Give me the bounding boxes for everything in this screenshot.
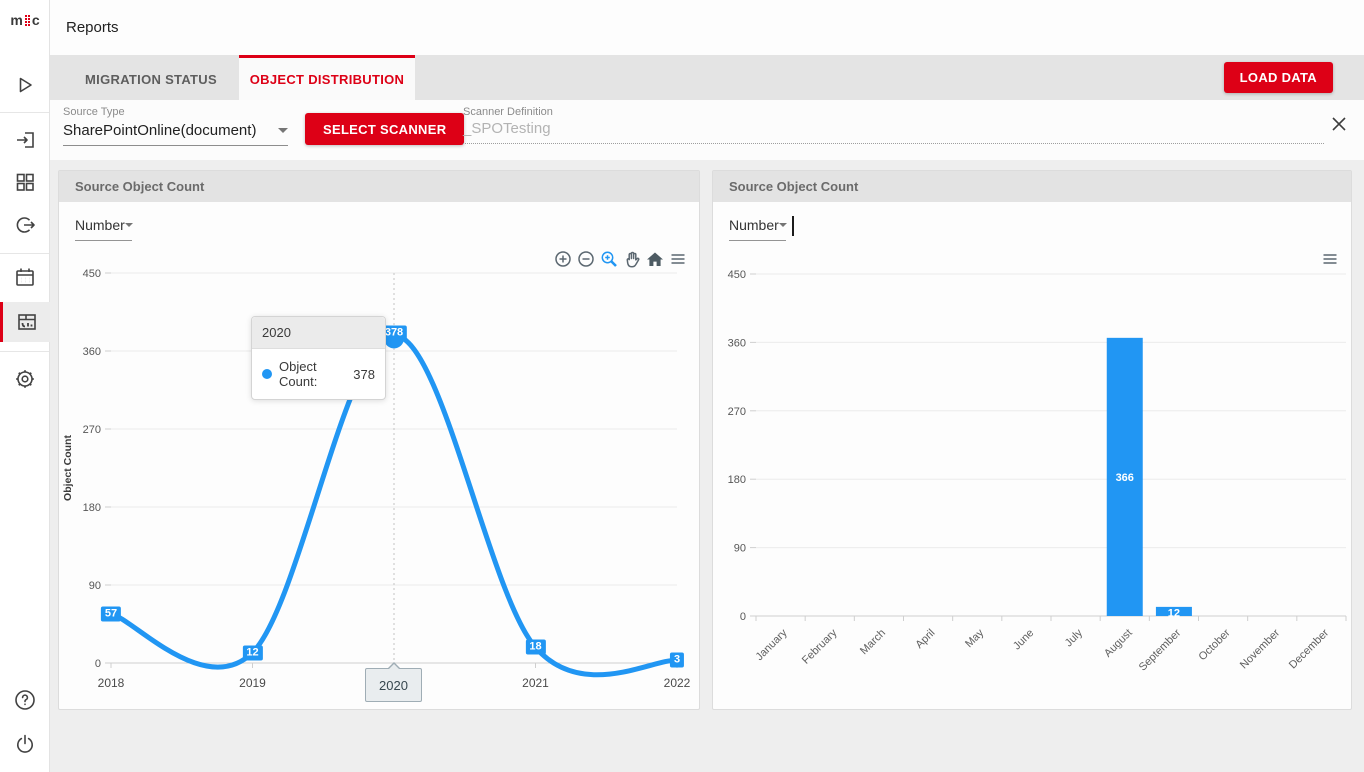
y-tick-label: 360	[83, 346, 101, 358]
chevron-down-icon	[278, 128, 288, 133]
y-tick-label: 180	[83, 502, 101, 514]
sidebar: m c	[0, 0, 50, 772]
data-point-label: 18	[525, 640, 545, 655]
bar-value-label: 366	[1116, 472, 1134, 484]
x-tick-label: 2021	[522, 676, 549, 690]
bar-chart-svg: 0 90 180 270 360 450 366 12	[713, 171, 1353, 711]
sidebar-item-settings[interactable]	[0, 359, 50, 399]
help-icon	[13, 688, 37, 712]
y-tick-label: 450	[83, 268, 101, 280]
sidebar-divider	[0, 253, 49, 254]
menu-icon[interactable]	[1321, 250, 1339, 268]
load-data-button[interactable]: LOAD DATA	[1224, 62, 1333, 93]
page-title: Reports	[66, 0, 119, 55]
tab-bar: MIGRATION STATUS OBJECT DISTRIBUTION LOA…	[50, 55, 1364, 100]
y-tick-label: 270	[728, 406, 746, 418]
panel-title: Source Object Count	[713, 171, 1351, 202]
chart-tooltip: 2020 Object Count: 378	[251, 316, 386, 400]
sidebar-item-help[interactable]	[0, 680, 50, 720]
scanner-definition-label: Scanner Definition	[463, 106, 553, 118]
play-icon	[13, 73, 37, 97]
sidebar-item-scheduler[interactable]	[0, 257, 50, 297]
line-chart-panel: Source Object Count Number 0 90 180 270 360 4…	[58, 170, 700, 710]
left-chart-modebar	[554, 250, 687, 268]
data-point-label: 12	[242, 645, 262, 660]
y-tick-label: 90	[734, 543, 746, 555]
tooltip-series-label: Object Count:	[279, 359, 348, 389]
scanner-definition-value: _SPOTesting	[463, 120, 551, 137]
scanner-definition-field[interactable]: _SPOTesting	[463, 120, 1324, 144]
y-tick-label: 0	[95, 658, 101, 670]
gear-icon	[13, 367, 37, 391]
filter-row: Source Type SharePointOnline(document) S…	[50, 100, 1364, 160]
sidebar-item-reports[interactable]	[0, 302, 50, 342]
sidebar-item-run[interactable]	[0, 65, 50, 105]
x-axis-hover-label: 2020	[365, 668, 422, 702]
tooltip-value: 378	[353, 367, 375, 382]
pan-icon[interactable]	[623, 250, 641, 268]
zoom-in-icon[interactable]	[554, 250, 572, 268]
source-type-value: SharePointOnline(document)	[63, 122, 256, 139]
chevron-down-icon	[779, 223, 787, 227]
tooltip-body: Object Count: 378	[252, 349, 385, 399]
y-tick-label: 360	[728, 337, 746, 349]
y-tick-label: 270	[83, 424, 101, 436]
power-icon	[13, 732, 37, 756]
content-area: Source Object Count Number 0901802703604…	[50, 160, 1364, 772]
logout-icon	[13, 213, 37, 237]
data-point-label: 57	[101, 606, 121, 621]
source-type-label: Source Type	[63, 106, 125, 118]
right-chart-modebar	[1321, 250, 1339, 268]
box-zoom-icon[interactable]	[600, 250, 618, 268]
sidebar-item-logout-power[interactable]	[0, 724, 50, 764]
sidebar-item-dashboard[interactable]	[0, 162, 50, 202]
zoom-out-icon[interactable]	[577, 250, 595, 268]
left-number-select[interactable]: Number	[75, 217, 132, 241]
home-icon[interactable]	[646, 250, 664, 268]
top-bar: Reports	[50, 0, 1364, 55]
reports-page: { "header": { "title": "Reports" }, "log…	[0, 0, 1364, 772]
number-select-value: Number	[729, 217, 779, 233]
x-tick-label: 2019	[239, 676, 266, 690]
grid-icon	[13, 170, 37, 194]
source-type-select[interactable]: SharePointOnline(document)	[63, 122, 288, 146]
bar-chart-panel: Source Object Count Number 0 90 180 270 360 4…	[712, 170, 1352, 710]
tab-migration-status[interactable]: MIGRATION STATUS	[63, 55, 239, 100]
close-icon[interactable]	[1328, 113, 1350, 135]
panel-title: Source Object Count	[59, 171, 699, 202]
app-logo: m c	[0, 12, 50, 28]
calendar-icon	[13, 265, 37, 289]
sidebar-item-export[interactable]	[0, 205, 50, 245]
menu-icon[interactable]	[669, 250, 687, 268]
bar-chart-canvas[interactable]: 09018027036045036612JanuaryFebruaryMarch…	[713, 171, 1351, 709]
y-tick-label: 90	[89, 580, 101, 592]
login-icon	[13, 128, 37, 152]
select-scanner-button[interactable]: SELECT SCANNER	[305, 113, 464, 145]
sidebar-divider	[0, 351, 49, 352]
sidebar-divider	[0, 112, 49, 113]
text-cursor	[792, 216, 794, 236]
series-color-dot	[262, 369, 272, 379]
bar-value-label: 12	[1168, 607, 1180, 619]
logo-dots	[25, 15, 30, 26]
data-point-label: 3	[670, 653, 684, 668]
y-tick-label: 0	[740, 611, 746, 623]
tab-object-distribution[interactable]: OBJECT DISTRIBUTION	[239, 55, 415, 100]
y-axis-title: Object Count	[62, 435, 74, 501]
logo-letter-m: m	[10, 12, 22, 28]
x-tick-label: 2022	[664, 676, 691, 690]
sidebar-item-import[interactable]	[0, 120, 50, 160]
tooltip-header: 2020	[252, 317, 385, 349]
x-tick-label: 2018	[98, 676, 125, 690]
y-tick-label: 180	[728, 474, 746, 486]
right-number-select[interactable]: Number	[729, 217, 786, 241]
number-select-value: Number	[75, 217, 125, 233]
logo-letter-c: c	[32, 12, 40, 28]
reports-icon	[15, 310, 39, 334]
y-tick-label: 450	[728, 269, 746, 281]
chevron-down-icon	[125, 223, 133, 227]
